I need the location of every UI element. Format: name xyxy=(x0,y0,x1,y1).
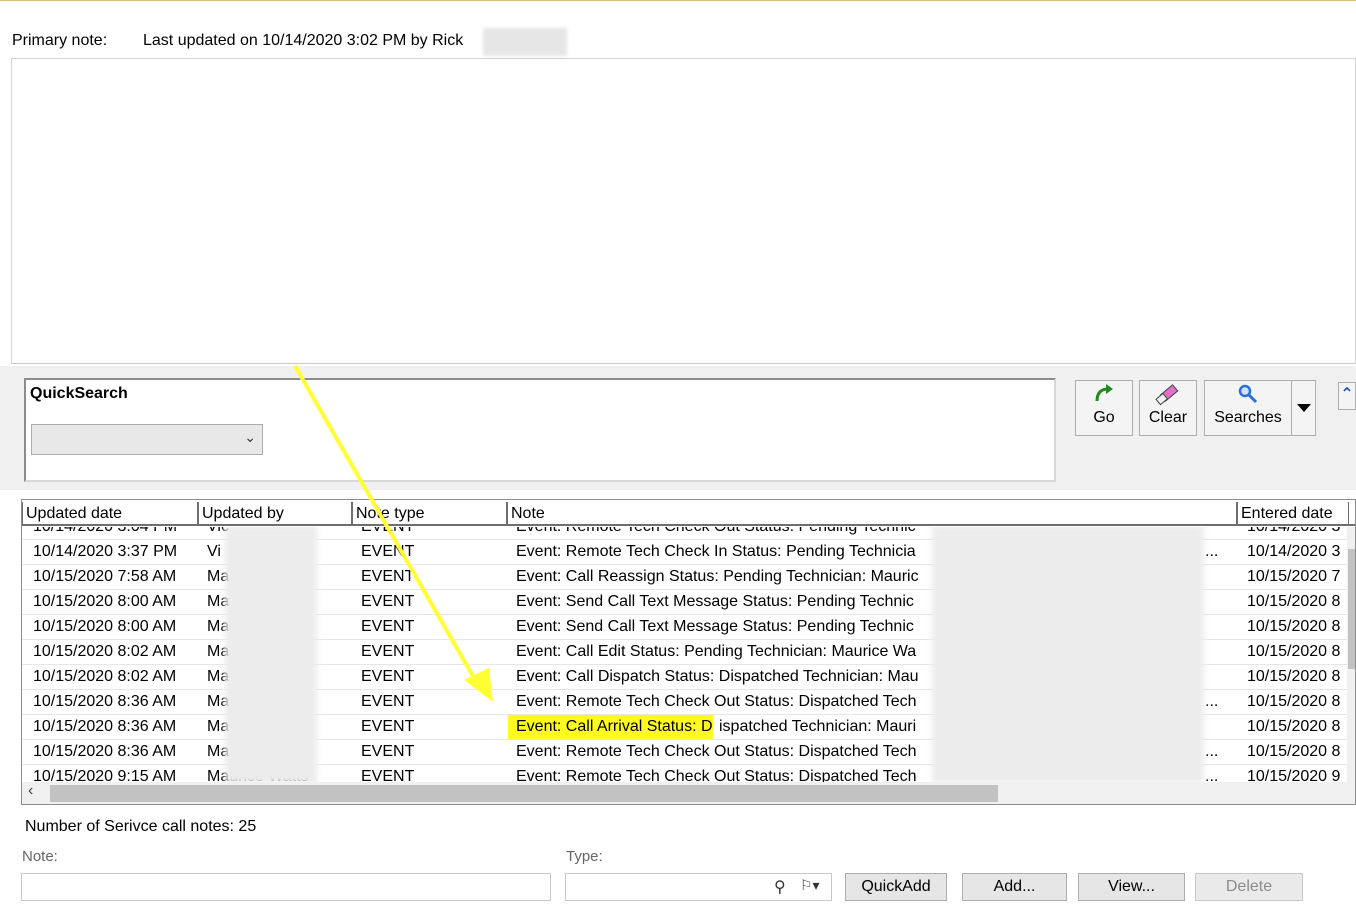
searches-label: Searches xyxy=(1214,409,1282,426)
cell-entered-date: 10/15/2020 8 xyxy=(1247,643,1341,660)
cell-note-ellipsis: ... xyxy=(1205,768,1219,782)
column-header-entered-date[interactable]: Entered date xyxy=(1237,502,1349,526)
cell-updated-date: 10/15/2020 8:36 AM xyxy=(33,743,177,760)
column-header-note[interactable]: Note xyxy=(507,502,1237,526)
delete-button[interactable]: Delete xyxy=(1195,873,1303,901)
cell-note-ellipsis: ... xyxy=(1205,743,1219,760)
cell-entered-date: 10/15/2020 8 xyxy=(1247,743,1341,760)
cell-note-type: EVENT xyxy=(361,527,414,539)
cell-note-ellipsis: ... xyxy=(1205,693,1219,710)
quicksearch-title: QuickSearch xyxy=(30,385,128,402)
cell-note: Event: Call Dispatch Status: Dispatched … xyxy=(516,668,919,685)
magnifier-icon[interactable]: ⚲ xyxy=(774,877,786,897)
searches-dropdown-arrow[interactable] xyxy=(1292,380,1316,436)
cell-updated-date: 10/15/2020 7:58 AM xyxy=(33,568,177,585)
notes-grid: Updated date Updated by Note type Note E… xyxy=(21,499,1356,805)
column-header-updated-by[interactable]: Updated by xyxy=(198,502,352,526)
cell-note-type: EVENT xyxy=(361,768,415,782)
cell-note-highlight: Event: Call Arrival Status: D xyxy=(508,715,713,739)
cell-note-type: EVENT xyxy=(361,718,415,735)
window-top-border xyxy=(0,0,1356,1)
column-header-note-type[interactable]: Note type xyxy=(352,502,507,526)
clear-button[interactable]: Clear xyxy=(1139,380,1197,436)
cell-note: Event: Remote Tech Check Out Status: Dis… xyxy=(516,768,917,782)
cell-updated-date: 10/15/2020 8:02 AM xyxy=(33,643,177,660)
cell-updated-date: 10/15/2020 8:00 AM xyxy=(33,618,177,635)
cell-updated-date: 10/14/2020 3:04 PM xyxy=(33,527,177,539)
cell-entered-date: 10/15/2020 8 xyxy=(1247,668,1341,685)
go-button[interactable]: Go xyxy=(1075,380,1133,436)
scroll-left-icon[interactable]: ‹ xyxy=(28,782,33,800)
clear-label: Clear xyxy=(1148,409,1188,426)
cell-note-type: EVENT xyxy=(361,743,415,760)
cell-updated-by: Vi xyxy=(207,543,221,560)
cell-entered-date: 10/15/2020 8 xyxy=(1247,593,1341,610)
quicksearch-select[interactable]: ⌄ xyxy=(31,424,263,455)
vertical-scrollbar[interactable] xyxy=(1347,527,1355,782)
column-header-updated-date[interactable]: Updated date xyxy=(22,502,198,526)
magnifier-icon xyxy=(1205,383,1291,409)
double-chevron-up-icon[interactable]: ⌃ xyxy=(1338,382,1356,410)
cell-note: Event: Remote Tech Check Out Status: Dis… xyxy=(516,693,917,710)
cell-updated-date: 10/15/2020 8:36 AM xyxy=(33,718,177,735)
view-button[interactable]: View... xyxy=(1078,873,1185,901)
chevron-down-icon: ⌄ xyxy=(244,429,256,445)
cell-entered-date: 10/14/2020 3 xyxy=(1247,527,1347,539)
redacted-name xyxy=(483,28,567,56)
type-field-label: Type: xyxy=(566,848,603,865)
cell-updated-date: 10/15/2020 8:00 AM xyxy=(33,593,177,610)
cell-note-type: EVENT xyxy=(361,543,415,560)
primary-note-textarea[interactable] xyxy=(11,58,1356,364)
cell-entered-date: 10/15/2020 8 xyxy=(1247,718,1341,735)
cell-entered-date: 10/15/2020 9 xyxy=(1247,768,1341,782)
searches-button[interactable]: Searches xyxy=(1204,380,1292,436)
cell-note-type: EVENT xyxy=(361,693,415,710)
type-input[interactable]: ⚲ ⚐▾ xyxy=(565,873,832,901)
flag-dropdown-icon[interactable]: ⚐▾ xyxy=(800,877,820,894)
cell-entered-date: 10/15/2020 8 xyxy=(1247,693,1341,710)
add-button[interactable]: Add... xyxy=(962,873,1067,901)
cell-note: Event: Remote Tech Check In Status: Pend… xyxy=(516,543,916,560)
primary-note-updated: Last updated on 10/14/2020 3:02 PM by Ri… xyxy=(143,32,464,49)
quickadd-button[interactable]: QuickAdd xyxy=(845,873,947,901)
cell-note-ellipsis: ... xyxy=(1205,543,1219,560)
cell-updated-date: 10/14/2020 3:37 PM xyxy=(33,543,178,560)
cell-note: ispatched Technician: Mauri xyxy=(719,718,917,735)
redaction-updated-by xyxy=(225,527,317,782)
cell-entered-date: 10/14/2020 3 xyxy=(1247,543,1341,560)
cell-note: Event: Remote Tech Check Out Status: Pen… xyxy=(516,527,930,539)
cell-note: Event: Remote Tech Check Out Status: Dis… xyxy=(516,743,917,760)
vertical-scroll-thumb[interactable] xyxy=(1348,549,1355,669)
cell-note: Event: Send Call Text Message Status: Pe… xyxy=(516,593,914,610)
eraser-icon xyxy=(1140,383,1196,409)
cell-note-type: EVENT xyxy=(361,618,415,635)
grid-header: Updated date Updated by Note type Note E… xyxy=(22,500,1355,526)
note-field-label: Note: xyxy=(22,848,58,865)
cell-updated-date: 10/15/2020 9:15 AM xyxy=(33,768,177,782)
cell-note-type: EVENT xyxy=(361,568,415,585)
cell-updated-date: 10/15/2020 8:02 AM xyxy=(33,668,177,685)
cell-note: Event: Call Edit Status: Pending Technic… xyxy=(516,643,917,660)
cell-updated-date: 10/15/2020 8:36 AM xyxy=(33,693,177,710)
go-arrow-icon xyxy=(1076,383,1132,409)
horizontal-scroll-thumb[interactable] xyxy=(50,785,998,802)
notes-count: Number of Serivce call notes: 25 xyxy=(25,818,257,835)
cell-note-type: EVENT xyxy=(361,593,415,610)
cell-note-type: EVENT xyxy=(361,668,415,685)
primary-note-label: Primary note: xyxy=(12,32,108,49)
cell-note: Event: Send Call Text Message Status: Pe… xyxy=(516,618,914,635)
horizontal-scrollbar[interactable]: ‹ xyxy=(22,782,1355,804)
cell-note-type: EVENT xyxy=(361,643,415,660)
cell-note: Event: Call Reassign Status: Pending Tec… xyxy=(516,568,919,585)
note-input[interactable] xyxy=(21,873,551,901)
grid-rows: 10/14/2020 3:04 PM Vic EVENT Event: Remo… xyxy=(22,527,1355,782)
redaction-note xyxy=(932,527,1204,782)
go-label: Go xyxy=(1093,409,1115,426)
cell-entered-date: 10/15/2020 7 xyxy=(1247,568,1341,585)
cell-entered-date: 10/15/2020 8 xyxy=(1247,618,1341,635)
